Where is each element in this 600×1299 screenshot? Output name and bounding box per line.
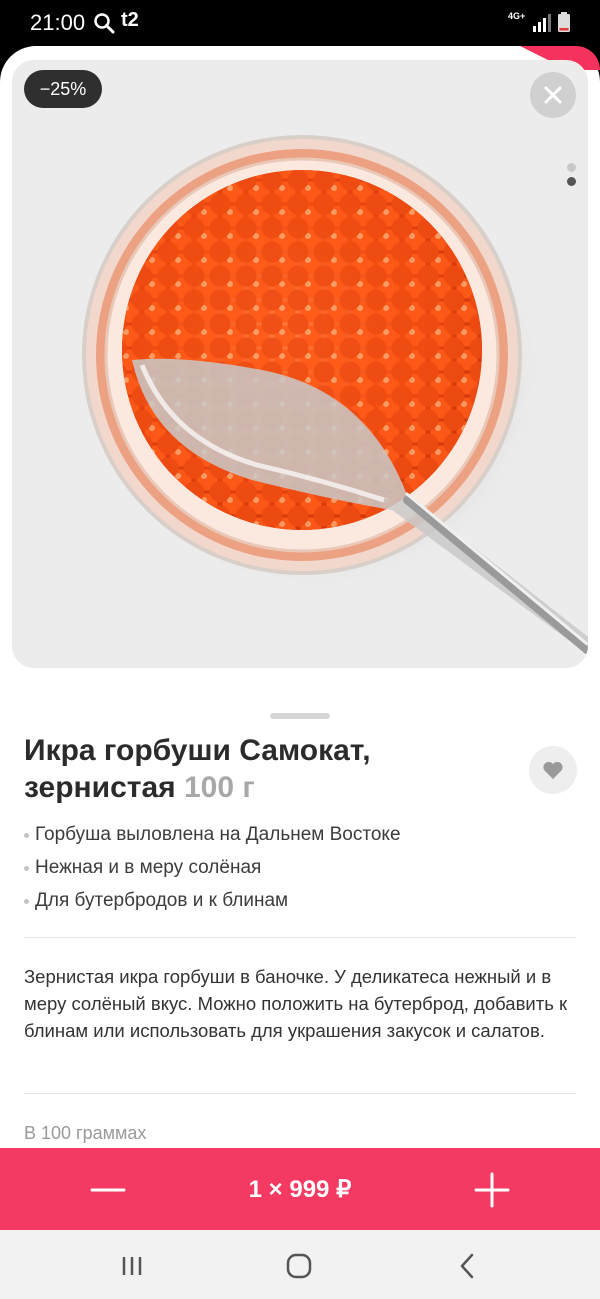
minus-icon	[90, 1188, 126, 1192]
decrease-quantity-button[interactable]	[90, 1175, 126, 1205]
image-page-indicator-2[interactable]	[567, 177, 576, 186]
increase-quantity-button[interactable]	[474, 1172, 510, 1208]
battery-icon	[558, 12, 570, 32]
product-weight: 100 г	[184, 771, 255, 804]
divider	[24, 1093, 576, 1094]
recents-icon[interactable]	[120, 1255, 144, 1277]
close-icon	[544, 86, 562, 104]
drag-handle[interactable]	[270, 713, 330, 719]
image-page-indicator-1[interactable]	[567, 163, 576, 172]
plus-icon	[474, 1172, 510, 1208]
feature-item: Нежная и в меру солёная	[24, 853, 401, 886]
product-title: Икра горбуши Самокат, зернистая 100 г	[24, 732, 504, 806]
favorite-button[interactable]	[529, 746, 577, 794]
back-icon[interactable]	[458, 1253, 476, 1279]
network-indicator: 4G+	[508, 11, 526, 21]
cart-summary[interactable]: 1 × 999 ₽	[200, 1172, 400, 1208]
caviar-photo	[82, 135, 588, 654]
heart-icon	[543, 761, 563, 779]
product-description: Зернистая икра горбуши в баночке. У дели…	[24, 966, 568, 1041]
feature-list: Горбуша выловлена на Дальнем Востоке Неж…	[24, 820, 401, 919]
divider	[24, 937, 576, 938]
status-time: 21:00	[30, 10, 86, 35]
feature-item: Для бутербродов и к блинам	[24, 886, 401, 919]
carrier-label: t2	[121, 9, 139, 31]
home-icon[interactable]	[286, 1253, 312, 1279]
feature-item: Горбуша выловлена на Дальнем Востоке	[24, 820, 401, 853]
close-button[interactable]	[530, 72, 576, 118]
search-icon	[94, 13, 115, 34]
product-image[interactable]	[12, 60, 588, 668]
status-bar: 21:00 t2 4G+	[0, 0, 600, 46]
discount-badge: −25%	[24, 70, 102, 108]
nutrition-label: В 100 граммах	[24, 1123, 147, 1143]
signal-icon	[533, 14, 551, 32]
